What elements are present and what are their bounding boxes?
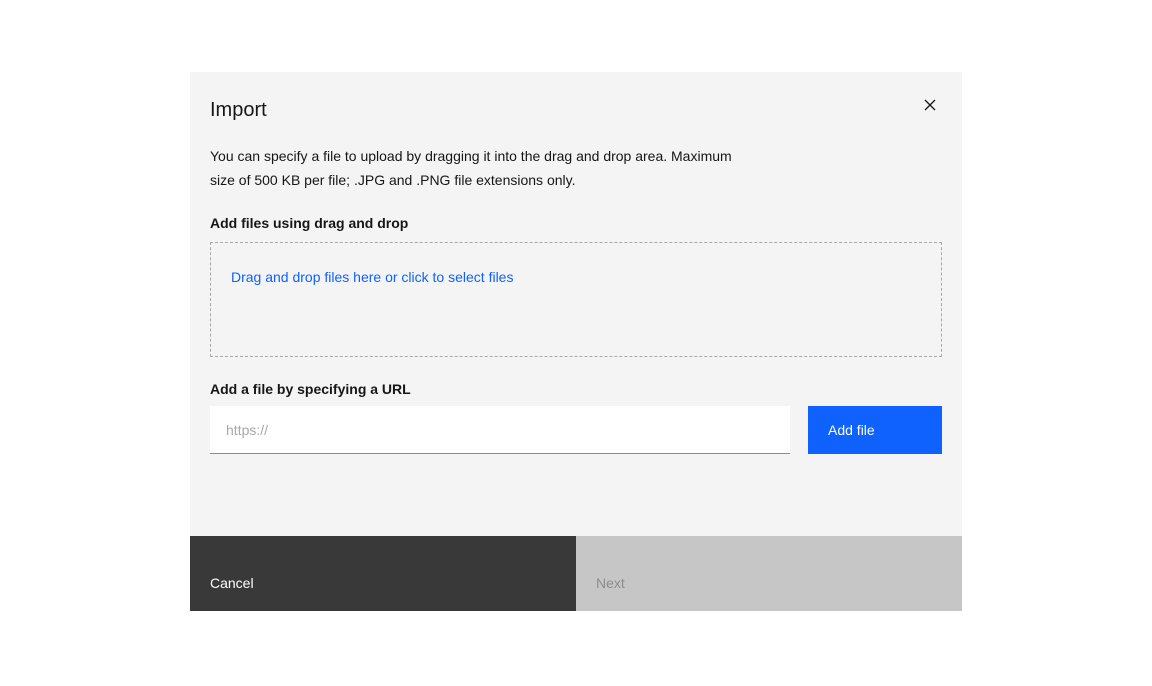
drag-drop-label: Add files using drag and drop	[210, 214, 942, 232]
drop-zone-text: Drag and drop files here or click to sel…	[231, 269, 513, 285]
url-row: Add file	[210, 406, 942, 454]
modal-body: Import You can specify a file to upload …	[190, 96, 962, 454]
next-button[interactable]: Next	[576, 536, 962, 611]
add-file-button[interactable]: Add file	[808, 406, 942, 454]
cancel-button[interactable]: Cancel	[190, 536, 576, 611]
modal-title: Import	[210, 96, 942, 124]
modal-description: You can specify a file to upload by drag…	[210, 144, 755, 192]
url-input[interactable]	[210, 406, 790, 454]
file-drop-zone[interactable]: Drag and drop files here or click to sel…	[210, 242, 942, 357]
import-modal: Import You can specify a file to upload …	[190, 72, 962, 611]
url-label: Add a file by specifying a URL	[210, 380, 942, 398]
modal-footer: Cancel Next	[190, 536, 962, 611]
